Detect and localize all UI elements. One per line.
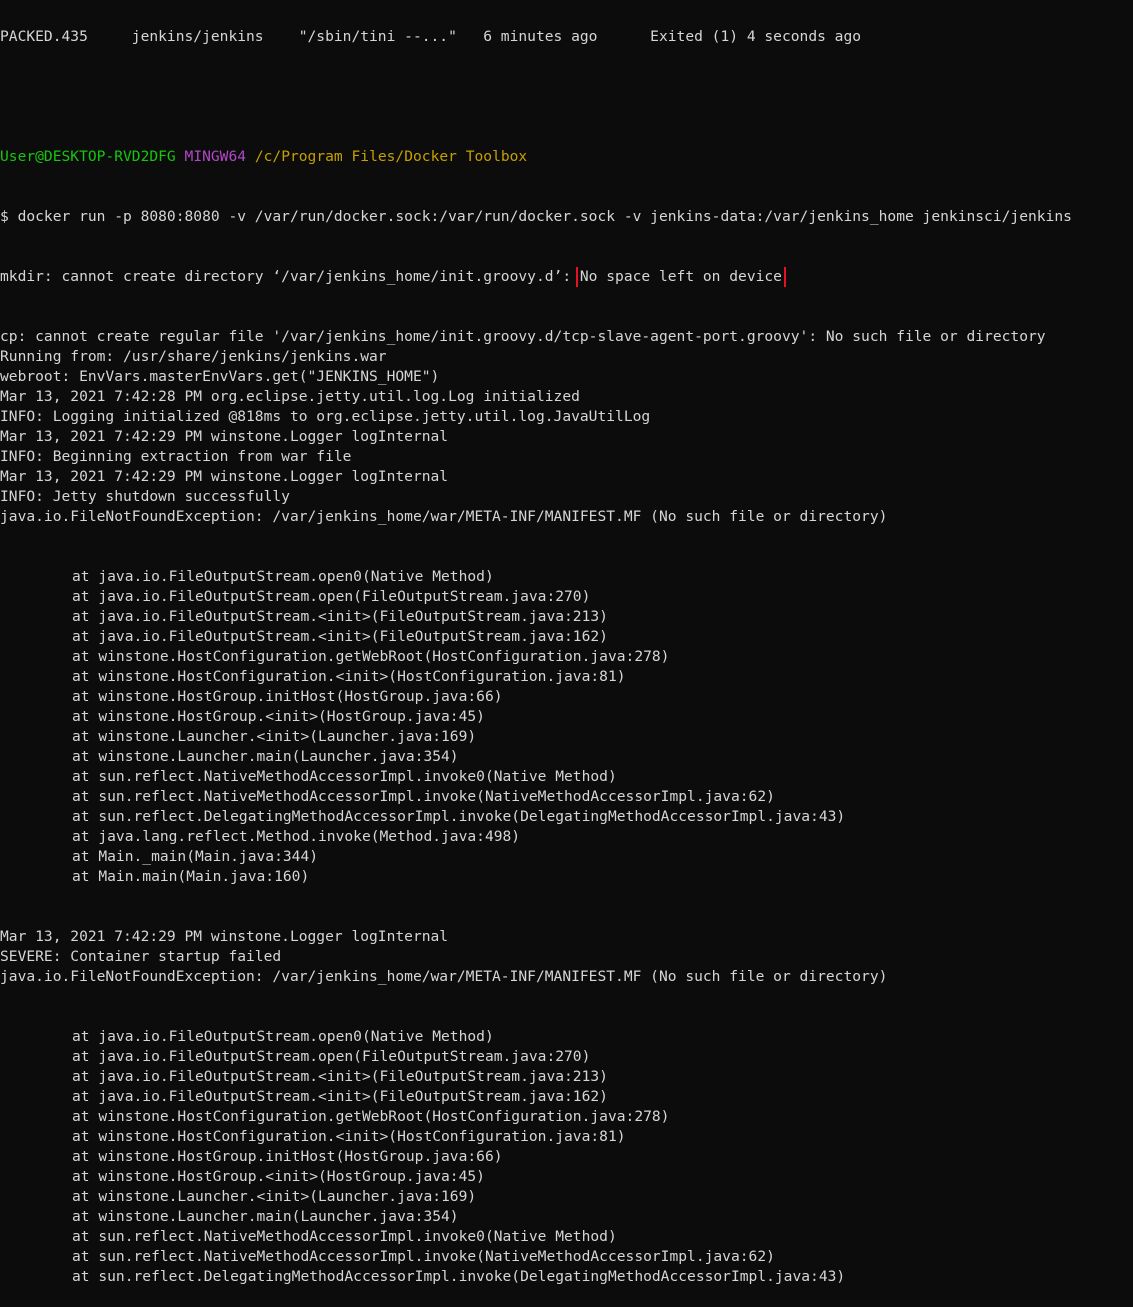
stack-frame-text: at sun.reflect.NativeMethodAccessorImpl.… <box>72 1248 775 1265</box>
stack-frame-text: at java.io.FileOutputStream.<init>(FileO… <box>72 608 608 625</box>
log-line: Running from: /usr/share/jenkins/jenkins… <box>0 348 387 365</box>
stack-frame-line: at java.io.FileOutputStream.<init>(FileO… <box>0 1067 1133 1087</box>
stack-frame-text: at winstone.HostConfiguration.getWebRoot… <box>72 1108 670 1125</box>
stack-frame-line: at winstone.HostGroup.<init>(HostGroup.j… <box>0 707 1133 727</box>
stack-frame-line: at winstone.HostConfiguration.getWebRoot… <box>0 1107 1133 1127</box>
log-line: INFO: Logging initialized @818ms to org.… <box>0 408 651 425</box>
stack-frame-line: at winstone.Launcher.<init>(Launcher.jav… <box>0 727 1133 747</box>
stack-frame-line: at winstone.Launcher.main(Launcher.java:… <box>0 1207 1133 1227</box>
output-lines: cp: cannot create regular file '/var/jen… <box>0 327 1133 527</box>
log-line: webroot: EnvVars.masterEnvVars.get("JENK… <box>0 368 440 385</box>
stack-frame-text: at sun.reflect.DelegatingMethodAccessorI… <box>72 808 846 825</box>
stack-frame-line: at java.lang.reflect.Method.invoke(Metho… <box>0 827 1133 847</box>
stack-frame-line: at sun.reflect.NativeMethodAccessorImpl.… <box>0 1227 1133 1247</box>
stack-frame-line: at Main._main(Main.java:344) <box>0 847 1133 867</box>
stack-frame-text: at winstone.Launcher.main(Launcher.java:… <box>72 1208 459 1225</box>
stack-frame-text: at winstone.Launcher.<init>(Launcher.jav… <box>72 1188 477 1205</box>
stack-frame-text: at winstone.HostConfiguration.<init>(Hos… <box>72 1128 626 1145</box>
partial-top-line: PACKED.435 jenkins/jenkins "/sbin/tini -… <box>0 28 862 45</box>
highlighted-error: No space left on device <box>575 267 786 287</box>
log-line: INFO: Jetty shutdown successfully <box>0 488 290 505</box>
log-line: Mar 13, 2021 7:42:29 PM winstone.Logger … <box>0 928 449 945</box>
stack-frame-line: at winstone.HostConfiguration.getWebRoot… <box>0 647 1133 667</box>
stack-frame-text: at winstone.HostGroup.initHost(HostGroup… <box>72 1148 503 1165</box>
stack-frame-text: at winstone.HostGroup.initHost(HostGroup… <box>72 688 503 705</box>
log-line: Mar 13, 2021 7:42:28 PM org.eclipse.jett… <box>0 388 580 405</box>
stack-frame-line: at winstone.HostConfiguration.<init>(Hos… <box>0 1127 1133 1147</box>
prompt-env: MINGW64 <box>184 148 247 165</box>
command-line: $ docker run -p 8080:8080 -v /var/run/do… <box>0 208 1072 225</box>
log-line: cp: cannot create regular file '/var/jen… <box>0 328 1046 345</box>
stack-frame-line: at sun.reflect.DelegatingMethodAccessorI… <box>0 1267 1133 1287</box>
stack-frame-line: at java.io.FileOutputStream.open(FileOut… <box>0 587 1133 607</box>
stack-frame-text: at java.lang.reflect.Method.invoke(Metho… <box>72 828 521 845</box>
stack-frame-text: at winstone.HostConfiguration.<init>(Hos… <box>72 668 626 685</box>
log-line: Mar 13, 2021 7:42:29 PM winstone.Logger … <box>0 468 449 485</box>
stack-frame-line: at winstone.Launcher.main(Launcher.java:… <box>0 747 1133 767</box>
stack-frame-text: at winstone.Launcher.main(Launcher.java:… <box>72 748 459 765</box>
stack-frame-text: at Main._main(Main.java:344) <box>72 848 319 865</box>
stack-frame-line: at winstone.HostGroup.initHost(HostGroup… <box>0 687 1133 707</box>
log-line: java.io.FileNotFoundException: /var/jenk… <box>0 508 888 525</box>
stack-frame-line: at Main.main(Main.java:160) <box>0 867 1133 887</box>
log-line: SEVERE: Container startup failed <box>0 948 282 965</box>
stack-frame-line: at winstone.HostGroup.initHost(HostGroup… <box>0 1147 1133 1167</box>
stack-frame-text: at java.io.FileOutputStream.open0(Native… <box>72 1028 494 1045</box>
stack-frame-text: at sun.reflect.NativeMethodAccessorImpl.… <box>72 1228 617 1245</box>
stack-frame-text: at sun.reflect.NativeMethodAccessorImpl.… <box>72 768 617 785</box>
log-line: java.io.FileNotFoundException: /var/jenk… <box>0 968 888 985</box>
middle-lines: Mar 13, 2021 7:42:29 PM winstone.Logger … <box>0 927 1133 987</box>
stack-frame-text: at sun.reflect.DelegatingMethodAccessorI… <box>72 1268 846 1285</box>
mkdir-error-line: mkdir: cannot create directory ‘/var/jen… <box>0 267 1133 287</box>
stack-frame-line: at sun.reflect.NativeMethodAccessorImpl.… <box>0 787 1133 807</box>
stack-trace-2: at java.io.FileOutputStream.open0(Native… <box>0 1027 1133 1287</box>
stack-frame-line: at java.io.FileOutputStream.open(FileOut… <box>0 1047 1133 1067</box>
shell-prompt: User@DESKTOP-RVD2DFG MINGW64 /c/Program … <box>0 147 1133 167</box>
log-line: INFO: Beginning extraction from war file <box>0 448 352 465</box>
stack-frame-line: at java.io.FileOutputStream.<init>(FileO… <box>0 607 1133 627</box>
stack-frame-line: at java.io.FileOutputStream.<init>(FileO… <box>0 1087 1133 1107</box>
stack-frame-line: at sun.reflect.DelegatingMethodAccessorI… <box>0 807 1133 827</box>
stack-frame-text: at java.io.FileOutputStream.<init>(FileO… <box>72 1068 608 1085</box>
stack-frame-line: at winstone.HostGroup.<init>(HostGroup.j… <box>0 1167 1133 1187</box>
stack-frame-line: at java.io.FileOutputStream.open0(Native… <box>0 567 1133 587</box>
stack-frame-line: at java.io.FileOutputStream.<init>(FileO… <box>0 627 1133 647</box>
stack-frame-text: at winstone.HostGroup.<init>(HostGroup.j… <box>72 1168 485 1185</box>
stack-frame-line: at sun.reflect.NativeMethodAccessorImpl.… <box>0 1247 1133 1267</box>
stack-frame-line: at java.io.FileOutputStream.open0(Native… <box>0 1027 1133 1047</box>
stack-frame-text: at Main.main(Main.java:160) <box>72 868 310 885</box>
stack-frame-line: at sun.reflect.NativeMethodAccessorImpl.… <box>0 767 1133 787</box>
stack-trace-1: at java.io.FileOutputStream.open0(Native… <box>0 567 1133 887</box>
prompt-path: /c/Program Files/Docker Toolbox <box>254 148 528 165</box>
stack-frame-text: at java.io.FileOutputStream.<init>(FileO… <box>72 628 608 645</box>
stack-frame-text: at winstone.HostGroup.<init>(HostGroup.j… <box>72 708 485 725</box>
stack-frame-line: at winstone.Launcher.<init>(Launcher.jav… <box>0 1187 1133 1207</box>
prompt-user: User@DESKTOP-RVD2DFG <box>0 148 176 165</box>
stack-frame-text: at winstone.Launcher.<init>(Launcher.jav… <box>72 728 477 745</box>
log-line: Mar 13, 2021 7:42:29 PM winstone.Logger … <box>0 428 449 445</box>
stack-frame-text: at java.io.FileOutputStream.<init>(FileO… <box>72 1088 608 1105</box>
stack-frame-text: at winstone.HostConfiguration.getWebRoot… <box>72 648 670 665</box>
stack-frame-text: at java.io.FileOutputStream.open(FileOut… <box>72 1048 591 1065</box>
terminal-output[interactable]: PACKED.435 jenkins/jenkins "/sbin/tini -… <box>0 0 1133 1307</box>
stack-frame-text: at java.io.FileOutputStream.open0(Native… <box>72 568 494 585</box>
stack-frame-text: at java.io.FileOutputStream.open(FileOut… <box>72 588 591 605</box>
stack-frame-line: at winstone.HostConfiguration.<init>(Hos… <box>0 667 1133 687</box>
stack-frame-text: at sun.reflect.NativeMethodAccessorImpl.… <box>72 788 775 805</box>
mkdir-error-prefix: mkdir: cannot create directory ‘/var/jen… <box>0 268 580 285</box>
